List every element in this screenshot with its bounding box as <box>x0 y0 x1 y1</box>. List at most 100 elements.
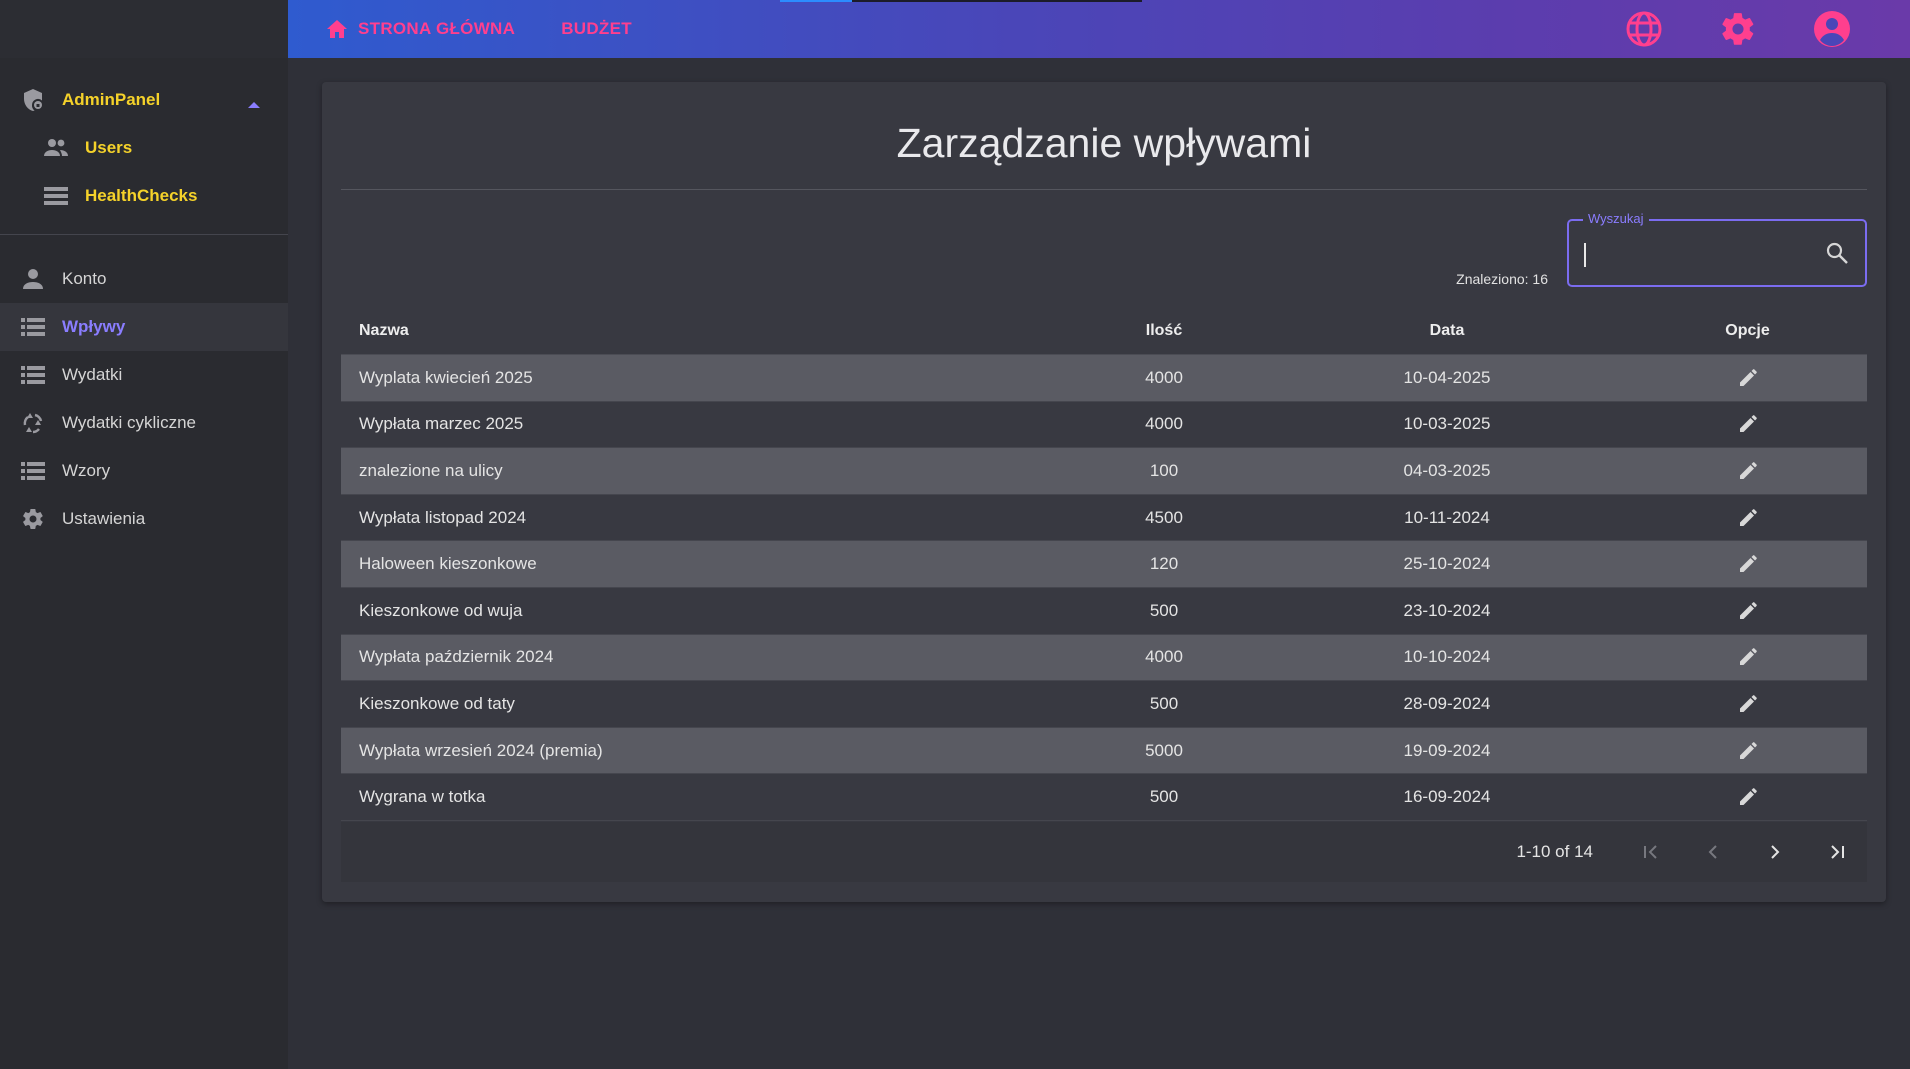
column-header-qty[interactable]: Ilość <box>1124 322 1204 340</box>
table-row[interactable]: znalezione na ulicy 100 04-03-2025 <box>341 448 1867 495</box>
search-input[interactable] <box>1583 239 1813 269</box>
table-row[interactable]: Wypłata październik 2024 4000 10-10-2024 <box>341 634 1867 682</box>
nav-home-label: STRONA GŁÓWNA <box>358 19 516 38</box>
cell-name: znalezione na ulicy <box>359 460 503 480</box>
cell-date: 16-09-2024 <box>1403 787 1491 807</box>
first-page-icon[interactable] <box>1631 832 1671 872</box>
column-header-name[interactable]: Nazwa <box>341 322 1124 340</box>
edit-icon[interactable] <box>1732 595 1764 627</box>
cell-name: Wyplata kwiecień 2025 <box>359 367 533 387</box>
sidebar-item-ustawienia[interactable]: Ustawienia <box>0 495 288 543</box>
edit-icon[interactable] <box>1732 641 1764 673</box>
sidebar-item-wydatki-cykliczne[interactable]: Wydatki cykliczne <box>0 399 288 447</box>
cell-qty: 120 <box>1149 554 1179 574</box>
last-page-icon[interactable] <box>1817 832 1857 872</box>
cell-options <box>1690 548 1805 580</box>
list-icon <box>43 183 69 209</box>
cell-options <box>1690 362 1805 394</box>
cell-qty: 500 <box>1149 693 1179 713</box>
previous-page-icon[interactable] <box>1693 832 1733 872</box>
cell-options <box>1690 502 1805 534</box>
cell-date: 10-11-2024 <box>1404 507 1490 527</box>
table-row[interactable]: Wypłata wrzesień 2024 (premia) 5000 19-0… <box>341 727 1867 775</box>
cell-qty: 4000 <box>1145 647 1183 667</box>
table-row[interactable]: Kieszonkowe od wuja 500 23-10-2024 <box>341 588 1867 635</box>
cell-name: Kieszonkowe od wuja <box>359 600 523 620</box>
edit-icon[interactable] <box>1732 735 1764 767</box>
next-page-icon[interactable] <box>1755 832 1795 872</box>
cell-name: Haloween kieszonkowe <box>359 554 537 574</box>
paginator: 1-10 of 14 <box>341 822 1867 882</box>
search-icon[interactable] <box>1825 241 1849 270</box>
table-row[interactable]: Wygrana w totka 500 16-09-2024 <box>341 774 1867 821</box>
cell-date: 04-03-2025 <box>1403 460 1491 480</box>
sidebar-item-label: Users <box>85 138 133 157</box>
title-divider <box>341 189 1867 190</box>
sidebar-item-label: Wzory <box>62 461 111 480</box>
sidebar-item-label: Wydatki cykliczne <box>62 413 196 432</box>
cell-date: 19-09-2024 <box>1403 740 1491 760</box>
sidebar-item-wydatki[interactable]: Wydatki <box>0 351 288 399</box>
list-icon <box>20 362 46 388</box>
cell-options <box>1690 455 1805 487</box>
sidebar-item-label: Ustawienia <box>62 509 146 528</box>
column-header-options: Opcje <box>1725 321 1770 339</box>
edit-icon[interactable] <box>1732 408 1764 440</box>
cell-options <box>1690 595 1805 627</box>
table-row[interactable]: Wypłata marzec 2025 4000 10-03-2025 <box>341 402 1867 449</box>
table-row[interactable]: Haloween kieszonkowe 120 25-10-2024 <box>341 541 1867 588</box>
person-icon <box>20 266 46 292</box>
cell-qty: 4500 <box>1145 507 1183 527</box>
globe-icon[interactable] <box>1624 9 1664 49</box>
cell-options <box>1690 781 1805 813</box>
cell-options <box>1690 735 1805 767</box>
results-count: Znaleziono: 16 <box>1456 271 1548 287</box>
edit-icon[interactable] <box>1732 502 1764 534</box>
page-title: Zarządzanie wpływami <box>896 120 1312 166</box>
nav-home-link[interactable]: STRONA GŁÓWNA <box>326 0 515 58</box>
top-actions <box>1624 9 1852 49</box>
recycle-icon <box>20 410 46 436</box>
top-app-bar: STRONA GŁÓWNA BUDŻET <box>288 0 1910 58</box>
table-row[interactable]: Wyplata kwiecień 2025 4000 10-04-2025 <box>341 355 1867 402</box>
sidebar-item-wplywy[interactable]: Wpływy <box>0 303 288 351</box>
sidebar-header <box>0 0 288 58</box>
edit-icon[interactable] <box>1732 548 1764 580</box>
column-header-date[interactable]: Data <box>1204 322 1690 340</box>
account-circle-icon[interactable] <box>1812 9 1852 49</box>
edit-icon[interactable] <box>1732 362 1764 394</box>
caret-up-icon <box>248 94 260 114</box>
sidebar-item-label: HealthChecks <box>85 186 198 205</box>
nav-budget-label: BUDŻET <box>561 19 632 38</box>
sidebar-item-users[interactable]: Users <box>0 124 288 172</box>
cell-qty: 4000 <box>1145 367 1183 387</box>
edit-icon[interactable] <box>1732 455 1764 487</box>
loading-track <box>852 0 1142 2</box>
incomes-card: Zarządzanie wpływami Znaleziono: 16 Wysz… <box>322 82 1886 902</box>
cell-qty: 4000 <box>1145 414 1183 434</box>
text-cursor <box>1584 243 1586 267</box>
sidebar-item-healthchecks[interactable]: HealthChecks <box>0 172 288 220</box>
sidebar-item-label: AdminPanel <box>62 90 161 109</box>
sidebar-item-konto[interactable]: Konto <box>0 255 288 303</box>
sidebar-item-adminpanel[interactable]: AdminPanel <box>0 76 288 124</box>
nav-budget-link[interactable]: BUDŻET <box>561 0 632 58</box>
gear-icon[interactable] <box>1718 9 1758 49</box>
shield-lock-icon <box>20 87 46 113</box>
edit-icon[interactable] <box>1732 688 1764 720</box>
home-icon <box>326 19 348 39</box>
edit-icon[interactable] <box>1732 781 1764 813</box>
list-icon <box>20 458 46 484</box>
people-icon <box>43 135 69 161</box>
table-row[interactable]: Wypłata listopad 2024 4500 10-11-2024 <box>341 495 1867 542</box>
gear-icon <box>20 506 46 532</box>
sidebar-item-label: Konto <box>62 269 107 288</box>
table-row[interactable]: Kieszonkowe od taty 500 28-09-2024 <box>341 681 1867 728</box>
cell-qty: 5000 <box>1145 740 1183 760</box>
cell-name: Wypłata październik 2024 <box>359 647 554 667</box>
search-field[interactable]: Wyszukaj <box>1567 211 1867 287</box>
sidebar-item-wzory[interactable]: Wzory <box>0 447 288 495</box>
cell-name: Wypłata listopad 2024 <box>359 507 527 527</box>
search-label: Wyszukaj <box>1583 211 1649 226</box>
cell-date: 28-09-2024 <box>1403 693 1491 713</box>
